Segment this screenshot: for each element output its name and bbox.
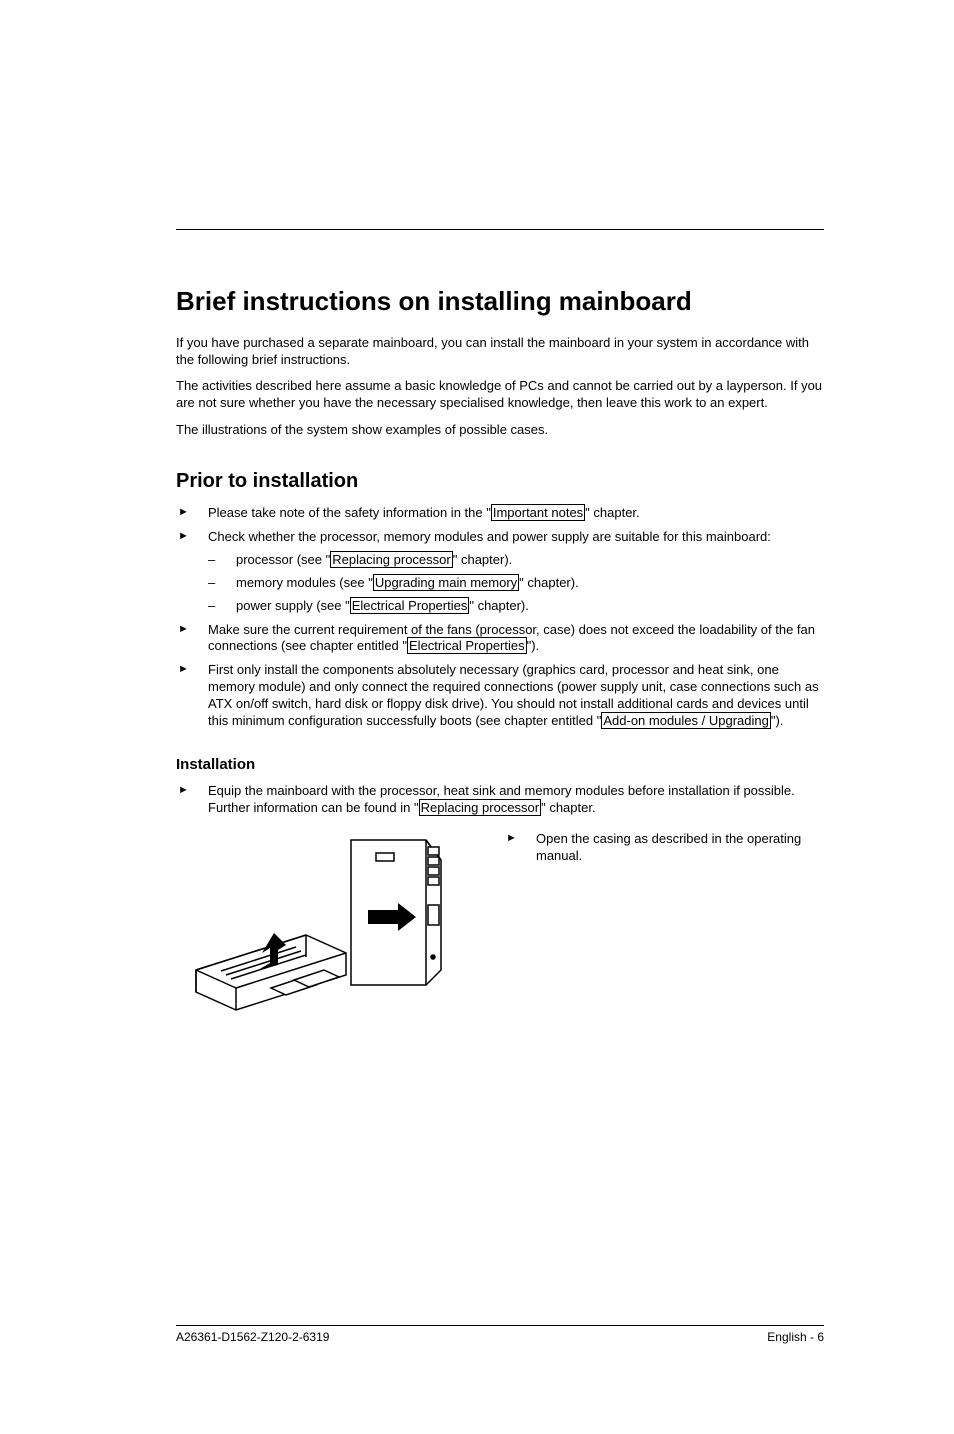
link-replacing-processor[interactable]: Replacing processor xyxy=(330,551,453,568)
bullet-fan-current: Make sure the current requirement of the… xyxy=(176,622,824,656)
casing-figure xyxy=(176,825,476,1025)
text: "). xyxy=(771,713,784,728)
page-footer: A26361-D1562-Z120-2-6319 English - 6 xyxy=(176,1326,824,1344)
section-installation-heading: Installation xyxy=(176,756,824,773)
link-electrical-properties-2[interactable]: Electrical Properties xyxy=(407,637,527,654)
bullet-safety: Please take note of the safety informati… xyxy=(176,505,824,522)
figure-bullet-list: Open the casing as described in the oper… xyxy=(504,831,824,865)
text: power supply (see " xyxy=(236,598,350,613)
bullet-equip-mainboard: Equip the mainboard with the processor, … xyxy=(176,783,824,817)
text: memory modules (see " xyxy=(236,575,373,590)
text: " chapter). xyxy=(453,552,513,567)
text: " chapter. xyxy=(585,505,639,520)
text: "). xyxy=(527,638,540,653)
install-bullet-list: Equip the mainboard with the processor, … xyxy=(176,783,824,817)
bullet-minimum-config: First only install the components absolu… xyxy=(176,662,824,730)
bullet-open-casing: Open the casing as described in the oper… xyxy=(504,831,824,865)
text: processor (see " xyxy=(236,552,330,567)
text: Please take note of the safety informati… xyxy=(208,505,491,520)
text: " chapter. xyxy=(541,800,595,815)
link-addon-modules[interactable]: Add-on modules / Upgrading xyxy=(601,712,771,729)
figure-text-column: Open the casing as described in the oper… xyxy=(476,825,824,872)
link-replacing-processor-2[interactable]: Replacing processor xyxy=(419,799,542,816)
section-prior-heading: Prior to installation xyxy=(176,470,824,493)
link-electrical-properties[interactable]: Electrical Properties xyxy=(350,597,470,614)
text: Open the casing as described in the oper… xyxy=(536,831,801,863)
text: Check whether the processor, memory modu… xyxy=(208,529,771,544)
text: " chapter). xyxy=(469,598,529,613)
intro-paragraph-3: The illustrations of the system show exa… xyxy=(176,422,824,439)
dash-list: processor (see "Replacing processor" cha… xyxy=(208,552,824,615)
text: " chapter). xyxy=(519,575,579,590)
footer-doc-id: A26361-D1562-Z120-2-6319 xyxy=(176,1330,329,1344)
bullet-check-suitable: Check whether the processor, memory modu… xyxy=(176,529,824,615)
page-title: Brief instructions on installing mainboa… xyxy=(176,286,824,317)
intro-paragraph-1: If you have purchased a separate mainboa… xyxy=(176,335,824,368)
figure-row: Open the casing as described in the oper… xyxy=(176,825,824,1025)
intro-paragraph-2: The activities described here assume a b… xyxy=(176,378,824,411)
dash-memory: memory modules (see "Upgrading main memo… xyxy=(208,575,824,592)
casing-illustration-icon xyxy=(176,825,476,1025)
link-important-notes[interactable]: Important notes xyxy=(491,504,585,521)
dash-processor: processor (see "Replacing processor" cha… xyxy=(208,552,824,569)
link-upgrading-memory[interactable]: Upgrading main memory xyxy=(373,574,519,591)
footer-page-lang: English - 6 xyxy=(767,1330,824,1344)
top-rule xyxy=(176,229,824,230)
dash-power: power supply (see "Electrical Properties… xyxy=(208,598,824,615)
prior-bullet-list: Please take note of the safety informati… xyxy=(176,505,824,730)
